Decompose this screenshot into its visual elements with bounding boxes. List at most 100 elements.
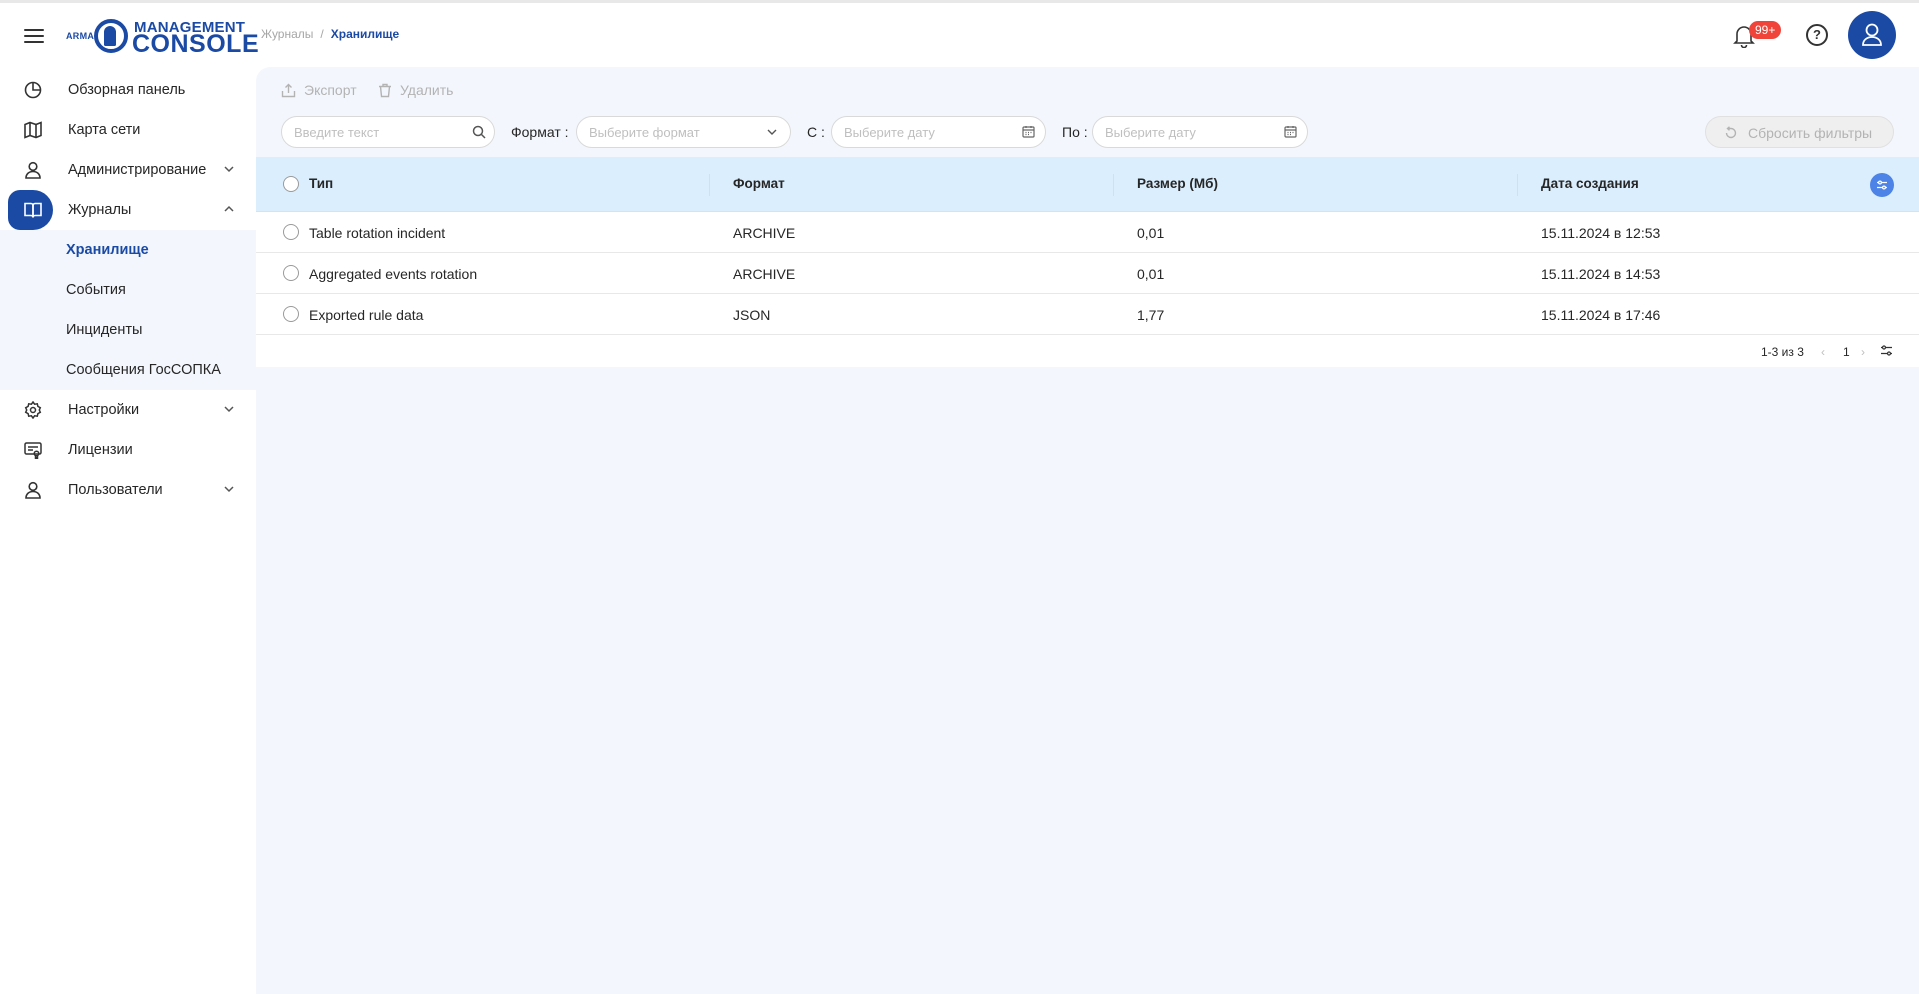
next-page-icon[interactable]: › [1861,345,1865,359]
sidebar-item-administration[interactable]: Администрирование [0,150,256,190]
breadcrumb-journals[interactable]: Журналы [261,27,313,41]
cell-format: ARCHIVE [733,225,796,241]
sliders-icon [1877,180,1887,190]
subitem-label: События [66,282,126,298]
page-number[interactable]: 1 [1843,345,1850,359]
help-icon[interactable]: ? [1806,24,1828,46]
sidebar-item-label: Лицензии [68,442,133,458]
export-button[interactable]: Экспорт [281,82,357,98]
search-placeholder: Введите текст [294,125,380,140]
sidebar-item-licenses[interactable]: Лицензии [0,430,256,470]
cell-size: 0,01 [1137,225,1165,241]
avatar[interactable] [1848,11,1896,59]
column-divider [709,174,710,196]
date-to-placeholder: Выберите дату [1105,125,1196,140]
sidebar-item-label: Журналы [68,202,132,218]
logo-arma: ARMA [66,31,95,41]
row-checkbox[interactable] [283,265,299,281]
sidebar-nav: Обзорная панель Карта сети Администриров… [0,70,256,510]
table-row[interactable]: Table rotation incident ARCHIVE 0,01 15.… [256,212,1919,253]
cell-type: Aggregated events rotation [309,266,478,282]
date-from-input[interactable]: Выберите дату [831,116,1046,148]
prev-page-icon[interactable]: ‹ [1821,345,1825,359]
format-filter-label: Формат : [511,124,569,140]
sidebar-subitem-storage[interactable]: Хранилище [0,230,256,270]
date-from-label: С : [807,124,825,140]
sidebar: ARMA MANAGEMENT CONSOLE Обзорная панель … [0,3,259,994]
subitem-label: Сообщения ГосСОПКА [66,362,221,378]
table-row[interactable]: Aggregated events rotation ARCHIVE 0,01 … [256,253,1919,294]
chevron-down-icon [222,482,236,496]
column-header-type[interactable]: Тип [309,176,333,191]
column-divider [1517,174,1518,196]
export-icon [281,83,296,97]
breadcrumb: Журналы / Хранилище [261,27,399,41]
trash-icon [379,83,391,97]
sidebar-item-users[interactable]: Пользователи [0,470,256,510]
table-row[interactable]: Exported rule data JSON 1,77 15.11.2024 … [256,294,1919,335]
calendar-icon [1284,125,1298,139]
select-all-checkbox[interactable] [283,176,299,192]
column-settings-button[interactable] [1870,173,1894,197]
cell-created: 15.11.2024 в 17:46 [1541,307,1661,323]
format-select[interactable]: Выберите формат [576,116,791,148]
sidebar-subitem-gossopka[interactable]: Сообщения ГосСОПКА [0,350,256,390]
search-input[interactable]: Введите текст [281,116,495,148]
breadcrumb-separator: / [320,27,324,41]
journals-submenu: Хранилище События Инциденты Сообщения Го… [0,230,256,390]
reset-filters-label: Сбросить фильтры [1748,125,1873,141]
sidebar-item-network-map[interactable]: Карта сети [0,110,256,150]
app-logo[interactable]: ARMA MANAGEMENT CONSOLE [66,17,259,57]
date-from-placeholder: Выберите дату [844,125,935,140]
reset-icon [1725,126,1737,139]
table-header: Тип Формат Размер (Мб) Дата создания [256,157,1919,212]
sidebar-item-journals[interactable]: Журналы [0,190,256,230]
row-checkbox[interactable] [283,306,299,322]
sidebar-item-label: Администрирование [68,162,207,178]
helmet-emblem-icon [94,19,128,53]
sidebar-subitem-incidents[interactable]: Инциденты [0,310,256,350]
reset-filters-button[interactable]: Сбросить фильтры [1705,116,1894,148]
calendar-icon [1022,125,1036,139]
map-icon [24,121,42,139]
logo-console: CONSOLE [132,30,260,58]
user-icon [24,161,42,179]
sidebar-item-dashboard[interactable]: Обзорная панель [0,70,256,110]
cell-created: 15.11.2024 в 14:53 [1541,266,1661,282]
subitem-label: Хранилище [66,242,149,258]
user-icon [24,481,42,499]
sidebar-subitem-events[interactable]: События [0,270,256,310]
column-header-created[interactable]: Дата создания [1541,176,1639,191]
menu-toggle-icon[interactable] [24,29,44,45]
cell-format: JSON [733,307,771,323]
dashboard-icon [24,81,42,99]
column-header-format[interactable]: Формат [733,176,785,191]
subitem-label: Инциденты [66,322,143,338]
delete-label: Удалить [400,82,454,98]
delete-button[interactable]: Удалить [378,82,453,98]
sidebar-item-label: Обзорная панель [68,82,186,98]
chevron-down-icon [765,125,779,139]
pagination-info: 1-3 из 3 [1761,345,1804,359]
cell-type: Table rotation incident [309,225,446,241]
chevron-down-icon [222,402,236,416]
column-header-size[interactable]: Размер (Мб) [1137,176,1218,191]
notification-badge: 99+ [1749,21,1782,39]
sidebar-item-label: Настройки [68,402,140,418]
format-placeholder: Выберите формат [589,125,700,140]
sidebar-item-label: Пользователи [68,482,163,498]
table-body: Table rotation incident ARCHIVE 0,01 15.… [256,212,1919,367]
breadcrumb-current: Хранилище [330,27,400,41]
cell-type: Exported rule data [309,307,424,323]
main-content: Экспорт Удалить Введите текст Формат : В… [256,67,1919,994]
cell-size: 1,77 [1137,307,1165,323]
sidebar-item-settings[interactable]: Настройки [0,390,256,430]
cell-created: 15.11.2024 в 12:53 [1541,225,1661,241]
chevron-down-icon [222,162,236,176]
top-border [0,0,1919,3]
page-settings-icon[interactable] [1880,344,1893,362]
cell-format: ARCHIVE [733,266,796,282]
row-checkbox[interactable] [283,224,299,240]
pagination: 1-3 из 3 ‹ 1 › [256,335,1919,367]
date-to-input[interactable]: Выберите дату [1092,116,1308,148]
